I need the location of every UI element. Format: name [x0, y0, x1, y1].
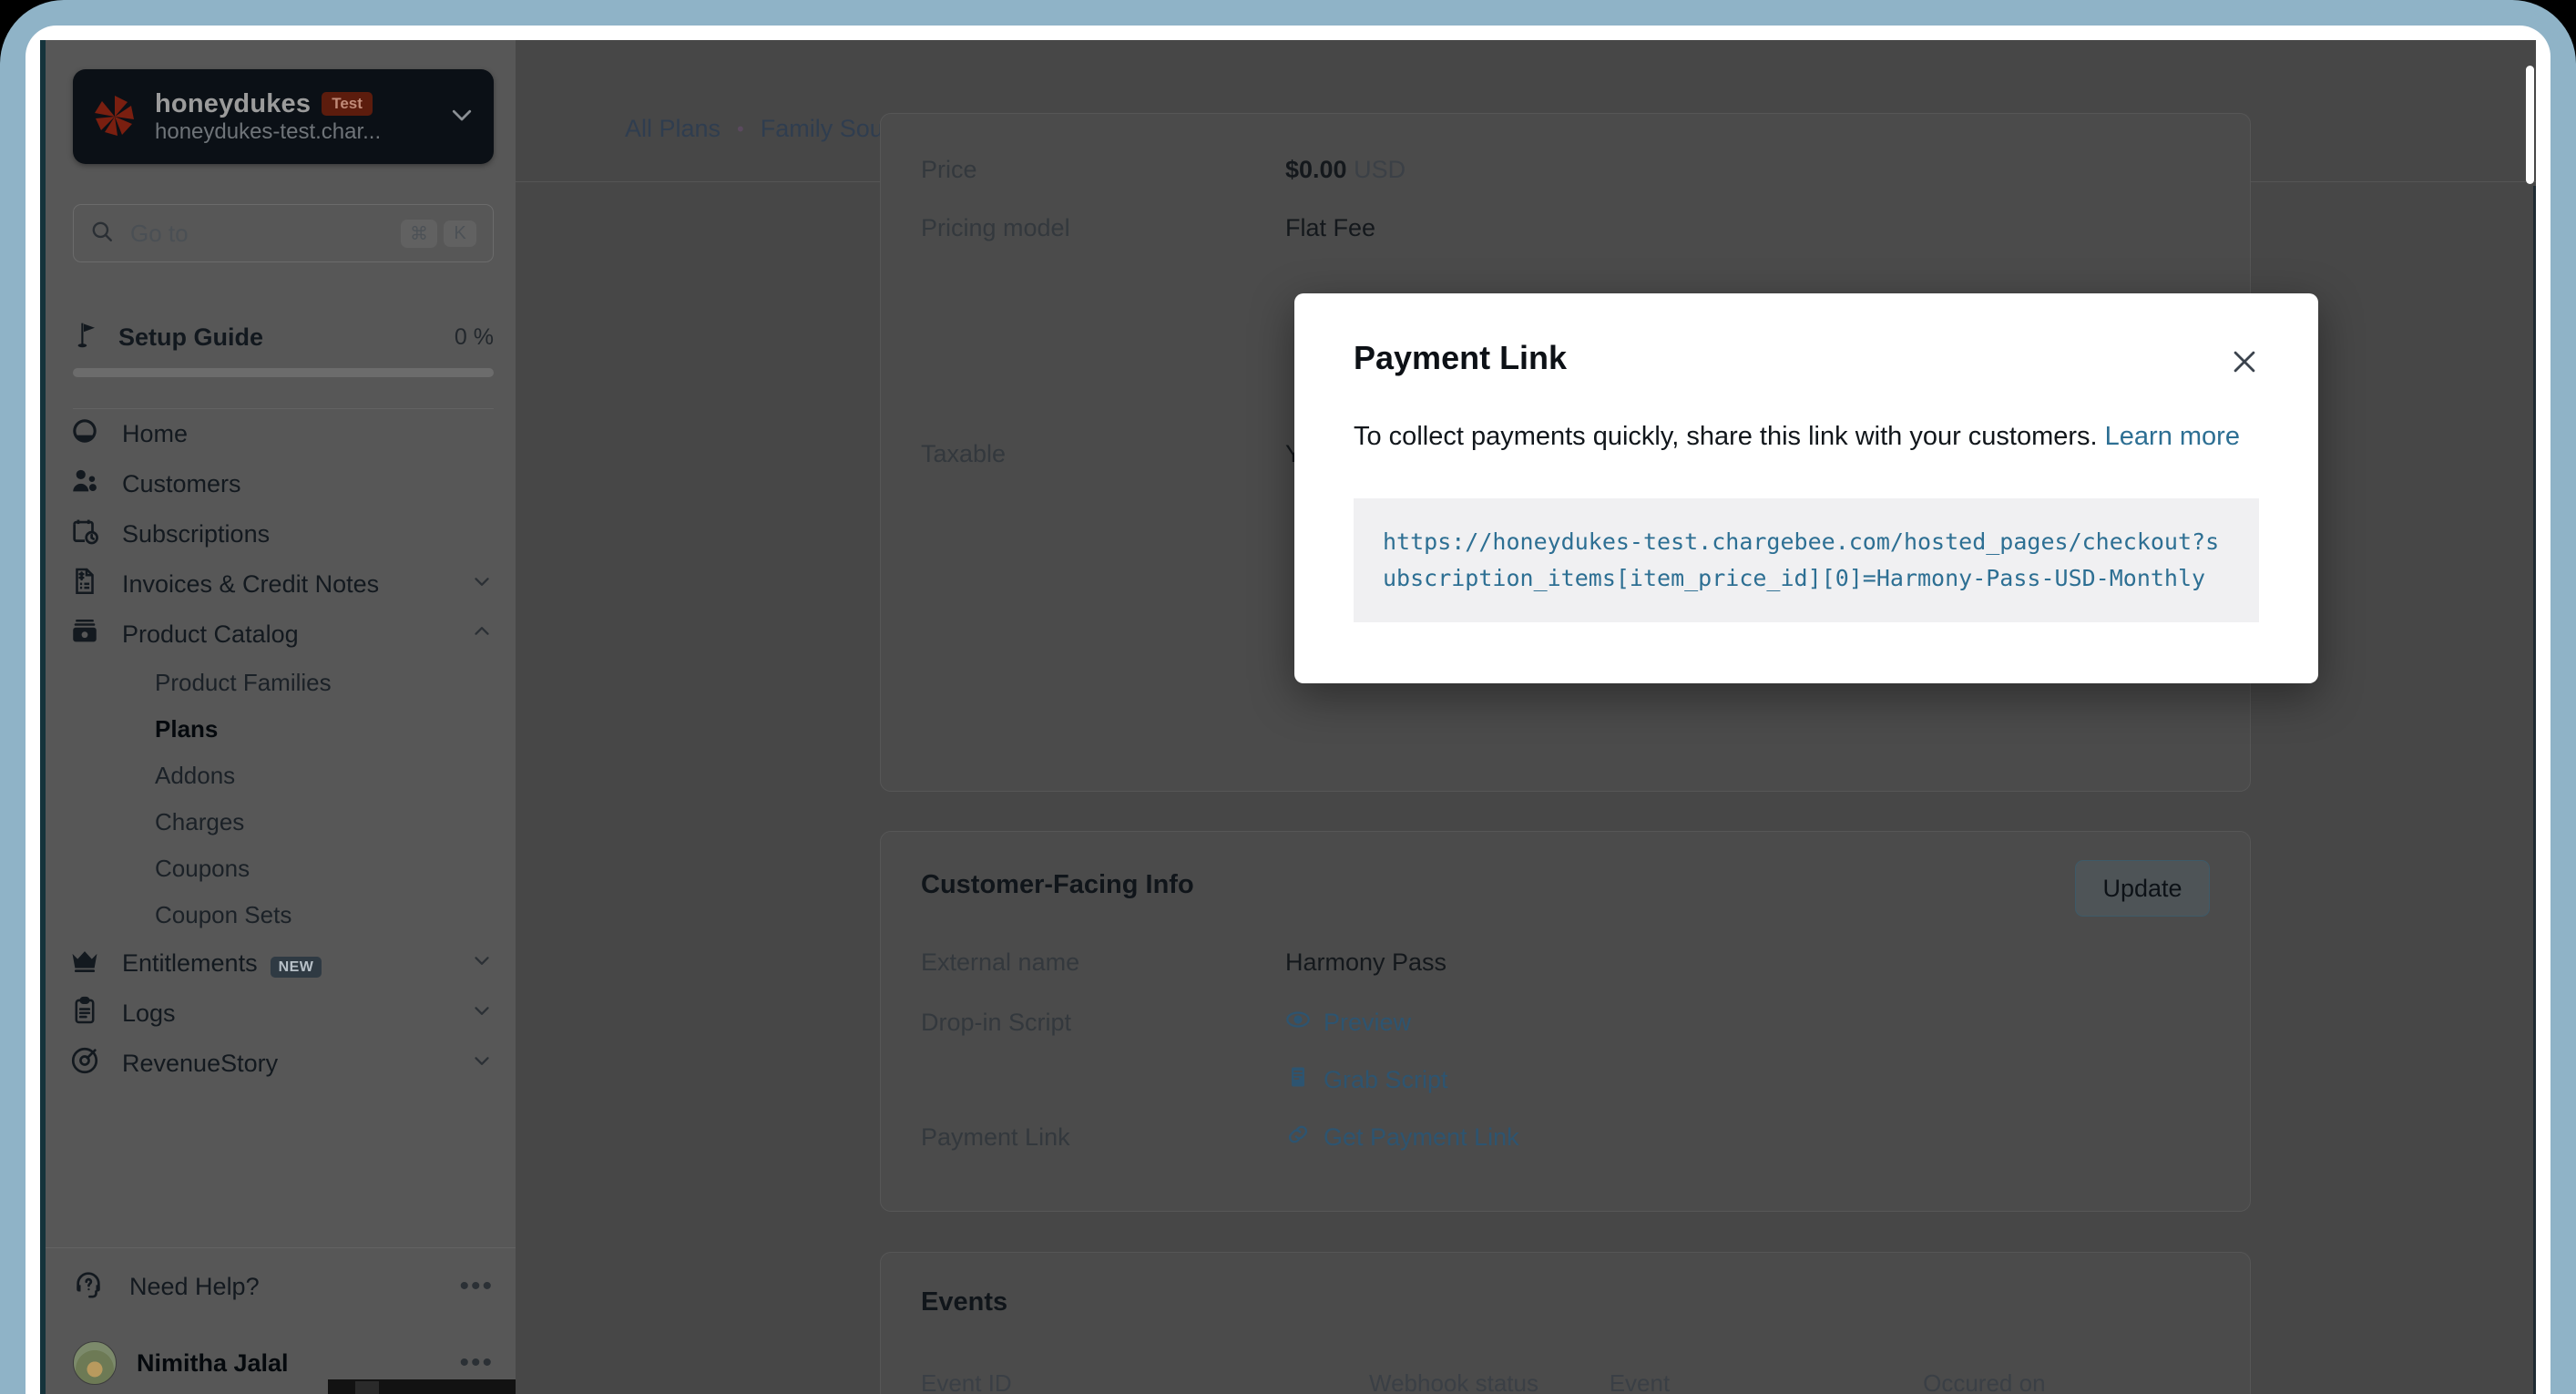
sidebar-item-label: Entitlements NEW [122, 949, 470, 978]
sidebar-subitem-addons[interactable]: Addons [46, 753, 516, 799]
invoice-icon [69, 566, 102, 603]
setup-guide-label: Setup Guide [118, 323, 264, 351]
right-edge-accent [2533, 186, 2536, 1394]
sidebar-item-subscriptions[interactable]: Subscriptions [46, 509, 516, 559]
sidebar-item-home[interactable]: Home [46, 409, 516, 459]
chevron-down-icon[interactable] [470, 1049, 494, 1079]
crown-icon [69, 945, 102, 982]
setup-progress-bar [73, 368, 494, 377]
chargebee-logo-icon [91, 93, 138, 140]
modal-description: To collect payments quickly, share this … [1354, 419, 2259, 455]
sidebar-subitem-product-families[interactable]: Product Families [46, 660, 516, 706]
sidebar-subitem-label: Addons [155, 762, 236, 789]
sidebar-item-label: Product Catalog [122, 620, 299, 648]
sidebar-item-badge: NEW [270, 957, 322, 978]
users-icon [69, 466, 102, 503]
org-name: honeydukes [155, 88, 312, 118]
modal-description-text: To collect payments quickly, share this … [1354, 422, 2098, 451]
search-placeholder: Go to [130, 219, 189, 247]
taskbar-icon [355, 1381, 379, 1394]
sidebar: honeydukes Test honeydukes-test.char... … [40, 40, 516, 1394]
catalog-icon [69, 616, 102, 653]
sidebar-item-label: Invoices & Credit Notes [122, 570, 380, 598]
org-url: honeydukes-test.char... [155, 118, 382, 144]
sidebar-item-label: Subscriptions [122, 520, 271, 548]
sidebar-footer: Need Help? ••• Nimitha Jalal ••• [46, 1247, 516, 1394]
page-scrollbar-thumb[interactable] [2526, 66, 2534, 184]
modal-title: Payment Link [1354, 339, 1568, 376]
target-icon [69, 1045, 102, 1082]
sidebar-item-product-catalog[interactable]: Product Catalog [46, 610, 516, 660]
sidebar-item-label: Customers [122, 470, 241, 497]
org-environment-badge: Test [322, 92, 373, 116]
org-switcher[interactable]: honeydukes Test honeydukes-test.char... [73, 69, 494, 164]
sidebar-item-label: RevenueStory [122, 1050, 279, 1077]
chevron-up-icon[interactable] [470, 620, 494, 650]
sidebar-subitem-coupons[interactable]: Coupons [46, 846, 516, 892]
org-text: honeydukes Test honeydukes-test.char... [155, 89, 439, 145]
user-name: Nimitha Jalal [137, 1348, 289, 1377]
learn-more-link[interactable]: Learn more [2105, 422, 2240, 451]
sidebar-item-revenuestory[interactable]: RevenueStory [46, 1039, 516, 1089]
speedometer-icon [69, 415, 102, 453]
device-frame: honeydukes Test honeydukes-test.char... … [0, 0, 2576, 1394]
sidebar-subitem-charges[interactable]: Charges [46, 799, 516, 846]
sidebar-nav: Home Customers Subscriptions Invoices & Cre… [46, 409, 516, 1158]
avatar [73, 1341, 117, 1385]
main-content: All Plans•Family Sound Of Music•Plan Har… [516, 40, 2536, 1394]
modal-overlay[interactable]: Payment Link To collect payments quickly… [516, 40, 2536, 1394]
shortcut-k-key: K [444, 220, 476, 247]
sidebar-subitem-coupon-sets[interactable]: Coupon Sets [46, 892, 516, 938]
flag-icon [73, 321, 109, 354]
sidebar-subitem-label: Charges [155, 808, 245, 835]
chevron-down-icon[interactable] [470, 948, 494, 979]
search-icon [90, 220, 114, 248]
sidebar-item-invoices-credit-notes[interactable]: Invoices & Credit Notes [46, 559, 516, 610]
shortcut-cmd-key: ⌘ [401, 219, 437, 248]
app-viewport: honeydukes Test honeydukes-test.char... … [40, 40, 2536, 1394]
sidebar-subitem-label: Coupon Sets [155, 901, 292, 928]
chevron-down-icon[interactable] [448, 101, 475, 133]
payment-link-value[interactable]: https://honeydukes-test.chargebee.com/ho… [1354, 498, 2259, 623]
chevron-down-icon[interactable] [470, 569, 494, 600]
sidebar-item-label: Logs [122, 999, 176, 1027]
sidebar-item-customers[interactable]: Customers [46, 459, 516, 509]
sidebar-subitem-plans[interactable]: Plans [46, 706, 516, 753]
sidebar-item-logs[interactable]: Logs [46, 989, 516, 1039]
sidebar-item-need-help[interactable]: Need Help? ••• [46, 1248, 516, 1325]
sidebar-subitem-label: Product Families [155, 669, 332, 696]
sidebar-subitem-label: Plans [155, 715, 219, 743]
headset-question-icon [73, 1268, 109, 1306]
close-icon[interactable] [2223, 341, 2265, 383]
sidebar-item-entitlements[interactable]: Entitlements NEW [46, 938, 516, 989]
setup-guide[interactable]: Setup Guide 0 % [73, 321, 494, 377]
need-help-more-icon[interactable]: ••• [457, 1271, 494, 1302]
sidebar-item-label: Home [122, 420, 189, 447]
need-help-label: Need Help? [129, 1272, 260, 1300]
calendar-clock-icon [69, 516, 102, 553]
search-input[interactable]: Go to ⌘ K [73, 204, 494, 262]
user-more-icon[interactable]: ••• [457, 1348, 494, 1379]
clipboard-icon [69, 995, 102, 1032]
sidebar-subitem-label: Coupons [155, 855, 250, 882]
payment-link-modal: Payment Link To collect payments quickly… [1294, 293, 2318, 683]
setup-guide-percent: 0 % [454, 324, 494, 350]
chevron-down-icon[interactable] [470, 999, 494, 1029]
device-bezel: honeydukes Test honeydukes-test.char... … [26, 26, 2550, 1394]
